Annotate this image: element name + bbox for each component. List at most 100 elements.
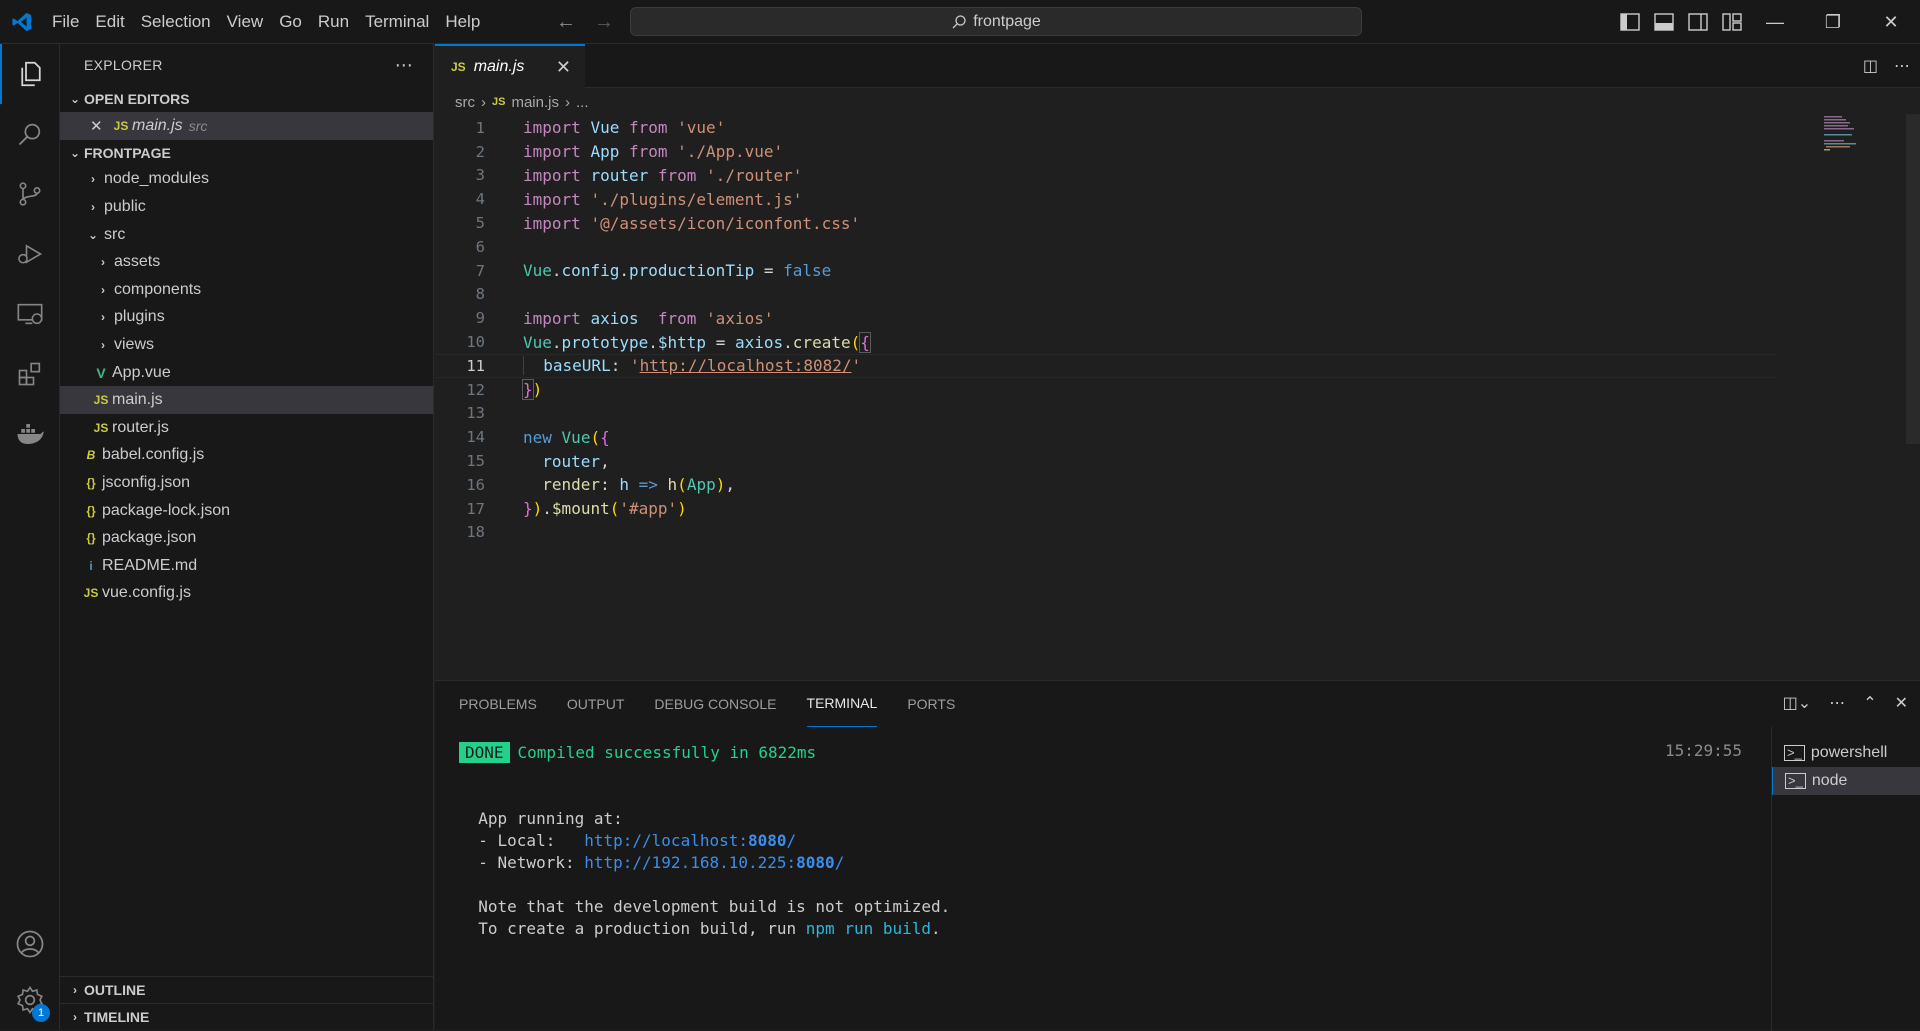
editor-scrollbar[interactable] [1906, 114, 1920, 444]
maximize-panel-icon[interactable]: ⌃ [1863, 693, 1876, 713]
chevron-right-icon: › [101, 282, 105, 297]
more-actions-icon[interactable]: ⋯ [395, 55, 413, 76]
accounts-icon[interactable] [0, 914, 60, 974]
tree-item-babel-config[interactable]: Bbabel.config.js [60, 442, 433, 470]
breadcrumb-symbol[interactable]: ... [576, 94, 589, 111]
tab-terminal[interactable]: TERMINAL [806, 681, 878, 727]
toggle-panel-icon[interactable] [1654, 13, 1674, 31]
panel-actions: ◫⌄ ⋯ ⌃ ✕ [1783, 693, 1908, 713]
breadcrumb-file[interactable]: main.js [511, 94, 559, 111]
tree-item-views[interactable]: › views [60, 331, 433, 359]
menu-run[interactable]: Run [310, 7, 357, 37]
forward-arrow-icon[interactable]: → [594, 11, 614, 34]
tab-debug-console[interactable]: DEBUG CONSOLE [654, 681, 776, 727]
search-icon[interactable] [0, 104, 60, 164]
tab-problems[interactable]: PROBLEMS [459, 681, 537, 727]
menu-selection[interactable]: Selection [133, 7, 219, 37]
line-number: 7 [475, 261, 485, 280]
menu-edit[interactable]: Edit [87, 7, 132, 37]
code-line: 18 [435, 521, 1775, 545]
tree-item-main-js[interactable]: JS main.js [60, 386, 433, 414]
tab-output[interactable]: OUTPUT [567, 681, 625, 727]
code-line: 14 new Vue({ [435, 425, 1775, 449]
toggle-primary-sidebar-icon[interactable] [1620, 13, 1640, 31]
close-window-icon[interactable]: ✕ [1862, 0, 1920, 44]
tree-item-label: vue.config.js [102, 584, 191, 602]
customize-layout-icon[interactable] [1722, 13, 1742, 31]
terminal-item-node[interactable]: >_ node [1772, 767, 1920, 795]
code-editor[interactable]: 1 import Vue from 'vue' 2 import App from … [435, 116, 1775, 544]
timeline-header[interactable]: › TIMELINE [60, 1003, 434, 1030]
tree-item-label: main.js [112, 391, 163, 409]
terminal-line: DONE Compiled successfully in 6822ms [459, 741, 1759, 763]
explorer-title: EXPLORER [84, 57, 163, 73]
extensions-icon[interactable] [0, 344, 60, 404]
tree-item-readme[interactable]: i README.md [60, 552, 433, 580]
close-editor-icon[interactable]: ✕ [90, 117, 110, 135]
tree-item-app-vue[interactable]: V App.vue [60, 359, 433, 387]
js-file-icon: JS [492, 96, 506, 108]
terminal-icon: >_ [1784, 745, 1805, 761]
explorer-icon[interactable] [0, 44, 60, 104]
code-line: 17}).$mount('#app') [435, 497, 1775, 521]
source-control-icon[interactable] [0, 164, 60, 224]
split-editor-icon[interactable]: ◫ [1863, 56, 1878, 76]
back-arrow-icon[interactable]: ← [556, 11, 576, 34]
toggle-secondary-sidebar-icon[interactable] [1688, 13, 1708, 31]
open-editors-label: OPEN EDITORS [84, 91, 190, 107]
editor-area: JS main.js ✕ ◫ ⋯ src › JS main.js › ... … [435, 44, 1920, 680]
menu-help[interactable]: Help [437, 7, 488, 37]
breadcrumb-src[interactable]: src [455, 94, 475, 111]
code-line: 12}) [435, 378, 1775, 402]
restore-icon[interactable]: ❐ [1804, 0, 1862, 44]
outline-header[interactable]: › OUTLINE [60, 976, 434, 1003]
open-editor-item[interactable]: ✕ JS main.js src [60, 112, 433, 140]
more-actions-icon[interactable]: ⋯ [1829, 693, 1845, 713]
explorer-header: EXPLORER ⋯ [60, 44, 433, 86]
manage-gear-icon[interactable]: 1 [0, 970, 60, 1030]
code-line: 4 import './plugins/element.js' [435, 187, 1775, 211]
menu-terminal[interactable]: Terminal [357, 7, 437, 37]
docker-icon[interactable] [0, 404, 60, 464]
js-file-icon: JS [451, 60, 466, 74]
json-file-icon: {} [86, 475, 96, 490]
tree-item-src[interactable]: ⌄ src [60, 221, 433, 249]
tree-item-vue-config[interactable]: JS vue.config.js [60, 580, 433, 608]
vscode-logo-icon [0, 0, 44, 44]
menu-file[interactable]: File [44, 7, 87, 37]
tab-main-js[interactable]: JS main.js ✕ [435, 44, 585, 88]
tree-item-plugins[interactable]: › plugins [60, 304, 433, 332]
tree-item-node-modules[interactable]: › node_modules [60, 166, 433, 194]
run-debug-icon[interactable] [0, 224, 60, 284]
command-center[interactable]: frontpage [630, 7, 1362, 36]
tree-item-package-json[interactable]: {} package.json [60, 524, 433, 552]
tree-item-package-lock[interactable]: {} package-lock.json [60, 497, 433, 525]
close-panel-icon[interactable]: ✕ [1895, 693, 1908, 713]
terminal-item-powershell[interactable]: >_ powershell [1772, 739, 1920, 767]
chevron-right-icon: › [101, 310, 105, 325]
menu-go[interactable]: Go [271, 7, 310, 37]
tree-item-public[interactable]: › public [60, 193, 433, 221]
tree-item-router-js[interactable]: JS router.js [60, 414, 433, 442]
tree-item-jsconfig[interactable]: {} jsconfig.json [60, 469, 433, 497]
network-url[interactable]: http://192.168.10.225:8080/ [584, 853, 844, 872]
local-url[interactable]: http://localhost:8080/ [584, 831, 796, 850]
tab-ports[interactable]: PORTS [907, 681, 955, 727]
split-terminal-icon[interactable]: ◫⌄ [1783, 693, 1812, 713]
tree-item-assets[interactable]: › assets [60, 248, 433, 276]
title-bar: File Edit Selection View Go Run Terminal… [0, 0, 1920, 44]
terminal-output[interactable]: DONE Compiled successfully in 6822ms App … [459, 741, 1759, 939]
activity-bar: 1 [0, 44, 60, 1030]
tree-item-label: public [104, 197, 146, 215]
more-actions-icon[interactable]: ⋯ [1894, 56, 1910, 76]
menu-view[interactable]: View [219, 7, 272, 37]
minimap[interactable] [1822, 114, 1862, 154]
tree-item-components[interactable]: › components [60, 276, 433, 304]
open-editors-header[interactable]: ⌄ OPEN EDITORS [60, 86, 433, 112]
project-header[interactable]: ⌄ FRONTPAGE [60, 140, 433, 166]
minimize-icon[interactable]: — [1746, 0, 1804, 44]
note-text: Note that the development build is not o… [478, 896, 951, 916]
close-tab-icon[interactable]: ✕ [556, 57, 571, 78]
remote-explorer-icon[interactable] [0, 284, 60, 344]
chevron-right-icon: › [73, 1010, 77, 1024]
